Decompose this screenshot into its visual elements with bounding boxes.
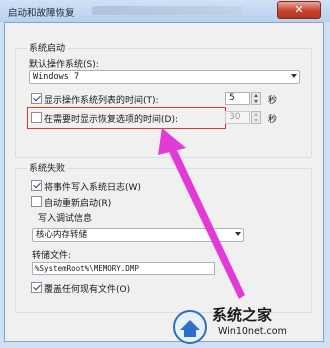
watermark-brand: 系统之家 [212, 306, 273, 324]
win10net-logo [173, 310, 207, 344]
arrow-head [158, 128, 186, 155]
annotation-arrow [158, 128, 245, 299]
arrow-shaft [169, 148, 245, 299]
watermark-url: Win10net.com [218, 326, 287, 337]
